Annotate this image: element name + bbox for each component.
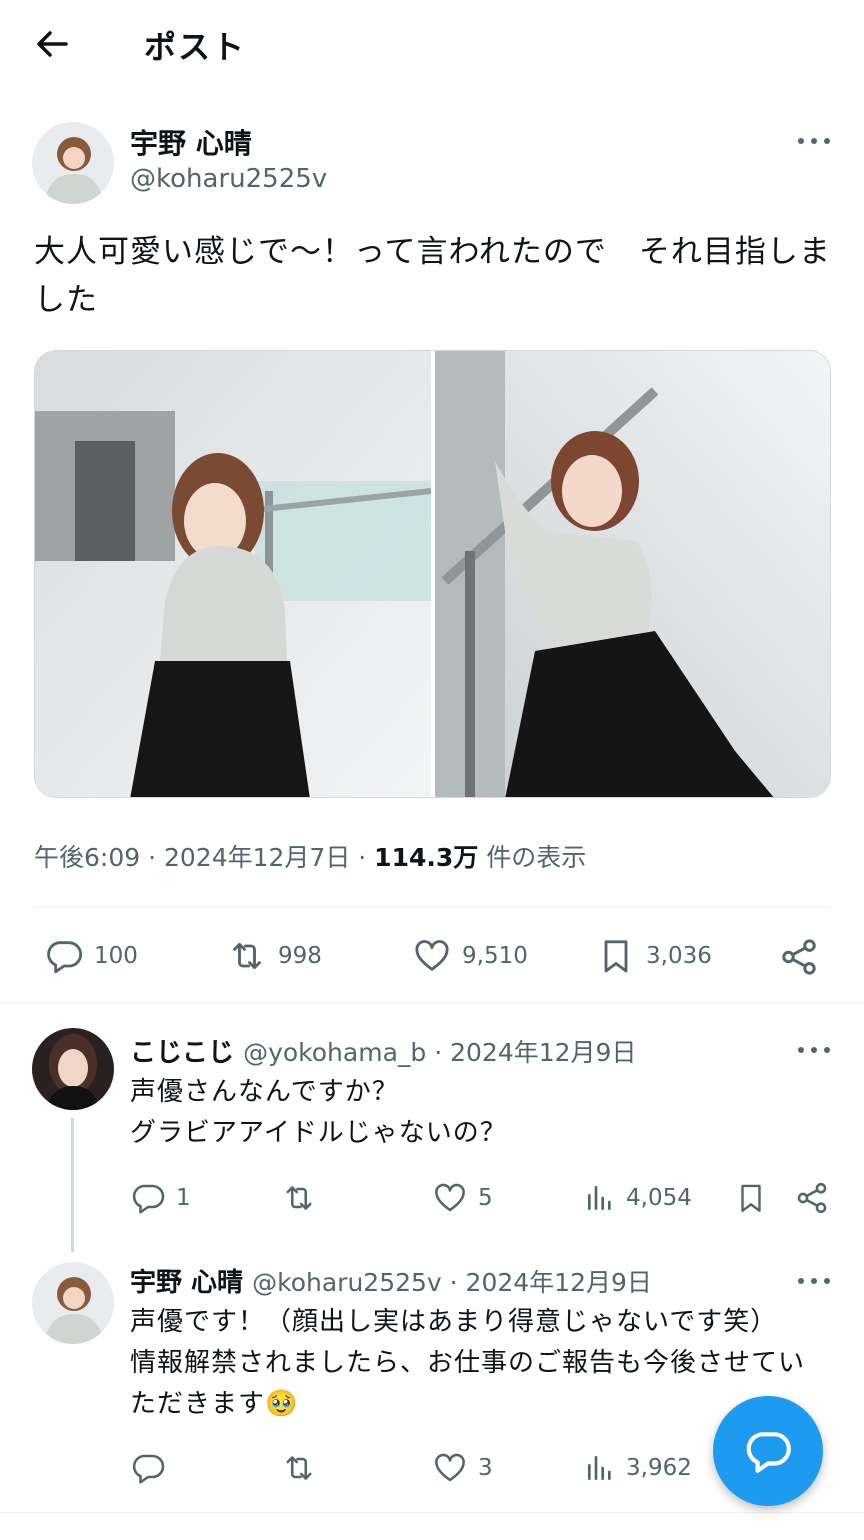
more-button[interactable] (794, 1269, 834, 1293)
author-handle[interactable]: @koharu2525v (130, 164, 327, 194)
reply-author-name[interactable]: 宇野 心晴 (130, 1268, 243, 1298)
compose-reply-icon (746, 1432, 791, 1473)
thread-line (71, 1118, 74, 1252)
post-media[interactable] (34, 350, 831, 798)
more-button[interactable] (794, 129, 834, 153)
repost-button[interactable]: 998 (226, 936, 322, 976)
like-button[interactable]: 5 (432, 1180, 493, 1216)
bookmark-button[interactable]: 3,036 (596, 936, 712, 976)
reply-author-handle[interactable]: @koharu2525v · 2024年12月9日 (252, 1268, 652, 1297)
like-button[interactable]: 3 (432, 1450, 493, 1486)
reply-button[interactable]: 100 (44, 936, 138, 976)
reply-text: 声優です！（顔出し実はあまり得意じゃないです笑） 情報解禁されましたら、お仕事の… (130, 1307, 806, 1419)
view-count: 4,054 (626, 1185, 692, 1211)
reply-text: 声優さんなんですか？ グラビアアイドルじゃないの？ (130, 1077, 507, 1148)
reply-icon (47, 941, 82, 974)
reply-icon (132, 1454, 165, 1484)
photo-1[interactable] (35, 351, 432, 798)
views-button[interactable]: 3,962 (584, 1450, 692, 1486)
post-timestamp[interactable]: 午後6:09 · 2024年12月7日 · (34, 843, 374, 872)
bookmark-icon (741, 1184, 761, 1212)
divider (0, 1003, 864, 1004)
repost-icon (233, 942, 261, 970)
back-button[interactable] (30, 22, 74, 66)
like-count: 9,510 (462, 943, 528, 969)
reply-header: 宇野 心晴 @koharu2525v · 2024年12月9日 (130, 1262, 652, 1299)
share-icon (782, 939, 816, 975)
repost-icon (286, 1186, 312, 1210)
view-count: 3,962 (626, 1455, 692, 1481)
divider (34, 907, 831, 908)
repost-button[interactable] (280, 1180, 328, 1216)
views-icon (588, 1186, 611, 1210)
views-icon (588, 1456, 611, 1480)
reply-avatar[interactable] (32, 1028, 114, 1110)
repost-icon (286, 1456, 312, 1480)
reply-button[interactable]: 1 (130, 1180, 191, 1216)
bookmark-count: 3,036 (646, 943, 712, 969)
page-title: ポスト (144, 28, 247, 66)
post-text: 大人可愛い感じで〜！って言われたので それ目指しました (34, 234, 831, 318)
reply-header: こじこじ @yokohama_b · 2024年12月9日 (130, 1032, 636, 1069)
author-name[interactable]: 宇野 心晴 (130, 122, 252, 162)
views-button[interactable]: 4,054 (584, 1180, 692, 1216)
reply-count: 100 (94, 943, 138, 969)
reply-count: 1 (176, 1185, 191, 1211)
repost-button[interactable] (280, 1450, 328, 1486)
compose-reply-button[interactable] (713, 1396, 823, 1506)
bookmark-button[interactable] (734, 1180, 768, 1216)
arrow-left-icon (37, 31, 68, 57)
heart-icon (435, 1183, 465, 1212)
photo-2[interactable] (435, 351, 831, 798)
top-bar: ポスト (0, 0, 864, 90)
view-count: 114.3万 (374, 843, 479, 872)
share-button[interactable] (778, 936, 820, 978)
author-avatar[interactable] (32, 122, 114, 204)
heart-icon (415, 940, 449, 971)
more-button[interactable] (794, 1038, 834, 1062)
post-actions: 100 998 9,510 3,036 (0, 930, 864, 986)
post-meta: 午後6:09 · 2024年12月7日 · 114.3万 件の表示 (34, 838, 586, 874)
heart-icon (435, 1453, 465, 1482)
reply-author-name[interactable]: こじこじ (130, 1038, 234, 1068)
divider (0, 1512, 864, 1513)
reply-author-handle[interactable]: @yokohama_b · 2024年12月9日 (243, 1038, 636, 1067)
like-count: 3 (478, 1455, 493, 1481)
share-button[interactable] (794, 1180, 830, 1216)
reply-avatar[interactable] (32, 1262, 114, 1344)
like-count: 5 (478, 1185, 493, 1211)
repost-count: 998 (278, 943, 322, 969)
reply-icon (132, 1184, 165, 1214)
bookmark-icon (604, 940, 628, 973)
like-button[interactable]: 9,510 (412, 936, 528, 976)
reply-button[interactable] (130, 1450, 176, 1486)
share-icon (797, 1182, 827, 1214)
view-count-label: 件の表示 (478, 843, 587, 872)
